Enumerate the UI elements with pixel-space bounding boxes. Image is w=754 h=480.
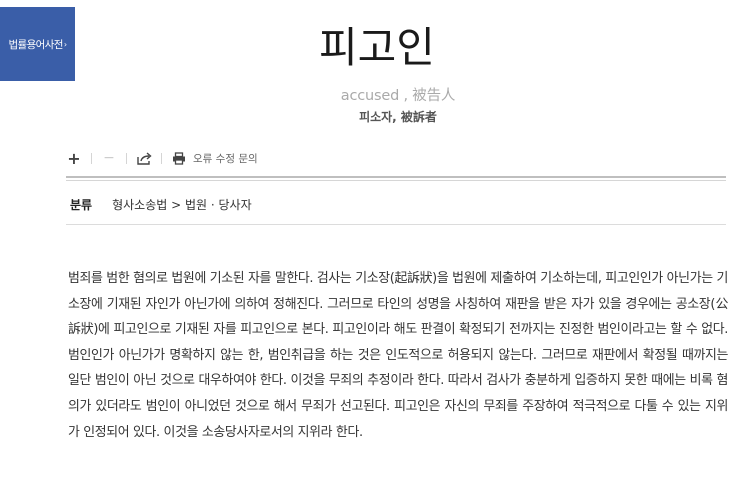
category-label: 분류 xyxy=(70,198,93,212)
entry-title: 피고인 xyxy=(319,23,435,72)
font-decrease-button[interactable]: − xyxy=(101,149,117,167)
print-icon xyxy=(173,151,185,165)
entry-definition: 범죄를 범한 혐의로 법원에 기소된 자를 말한다. 검사는 기소장(起訴狀)을… xyxy=(68,271,728,440)
toolbar-divider xyxy=(91,152,92,164)
error-report-link[interactable]: 오류 수정 문의 xyxy=(193,151,258,166)
entry-subtitle: accused , 被告人 xyxy=(340,88,456,104)
minus-icon: − xyxy=(103,150,115,166)
category-value[interactable]: 형사소송법 > 법원 · 당사자 xyxy=(112,196,252,213)
share-icon xyxy=(136,151,152,165)
toolbar: + − 오류 수정 문의 xyxy=(66,148,258,168)
entry-synonyms: 피소자, 被訴者 xyxy=(359,110,437,124)
category-row: 분류 형사소송법 > 법원 · 당사자 xyxy=(70,196,252,213)
plus-icon: + xyxy=(67,148,81,168)
section-divider-thin xyxy=(66,180,726,181)
category-divider xyxy=(66,224,726,225)
section-divider-thick xyxy=(66,176,726,178)
toolbar-divider xyxy=(161,152,162,164)
toolbar-divider xyxy=(126,152,127,164)
font-increase-button[interactable]: + xyxy=(66,148,82,168)
share-button[interactable] xyxy=(136,149,152,167)
print-button[interactable] xyxy=(171,149,187,167)
